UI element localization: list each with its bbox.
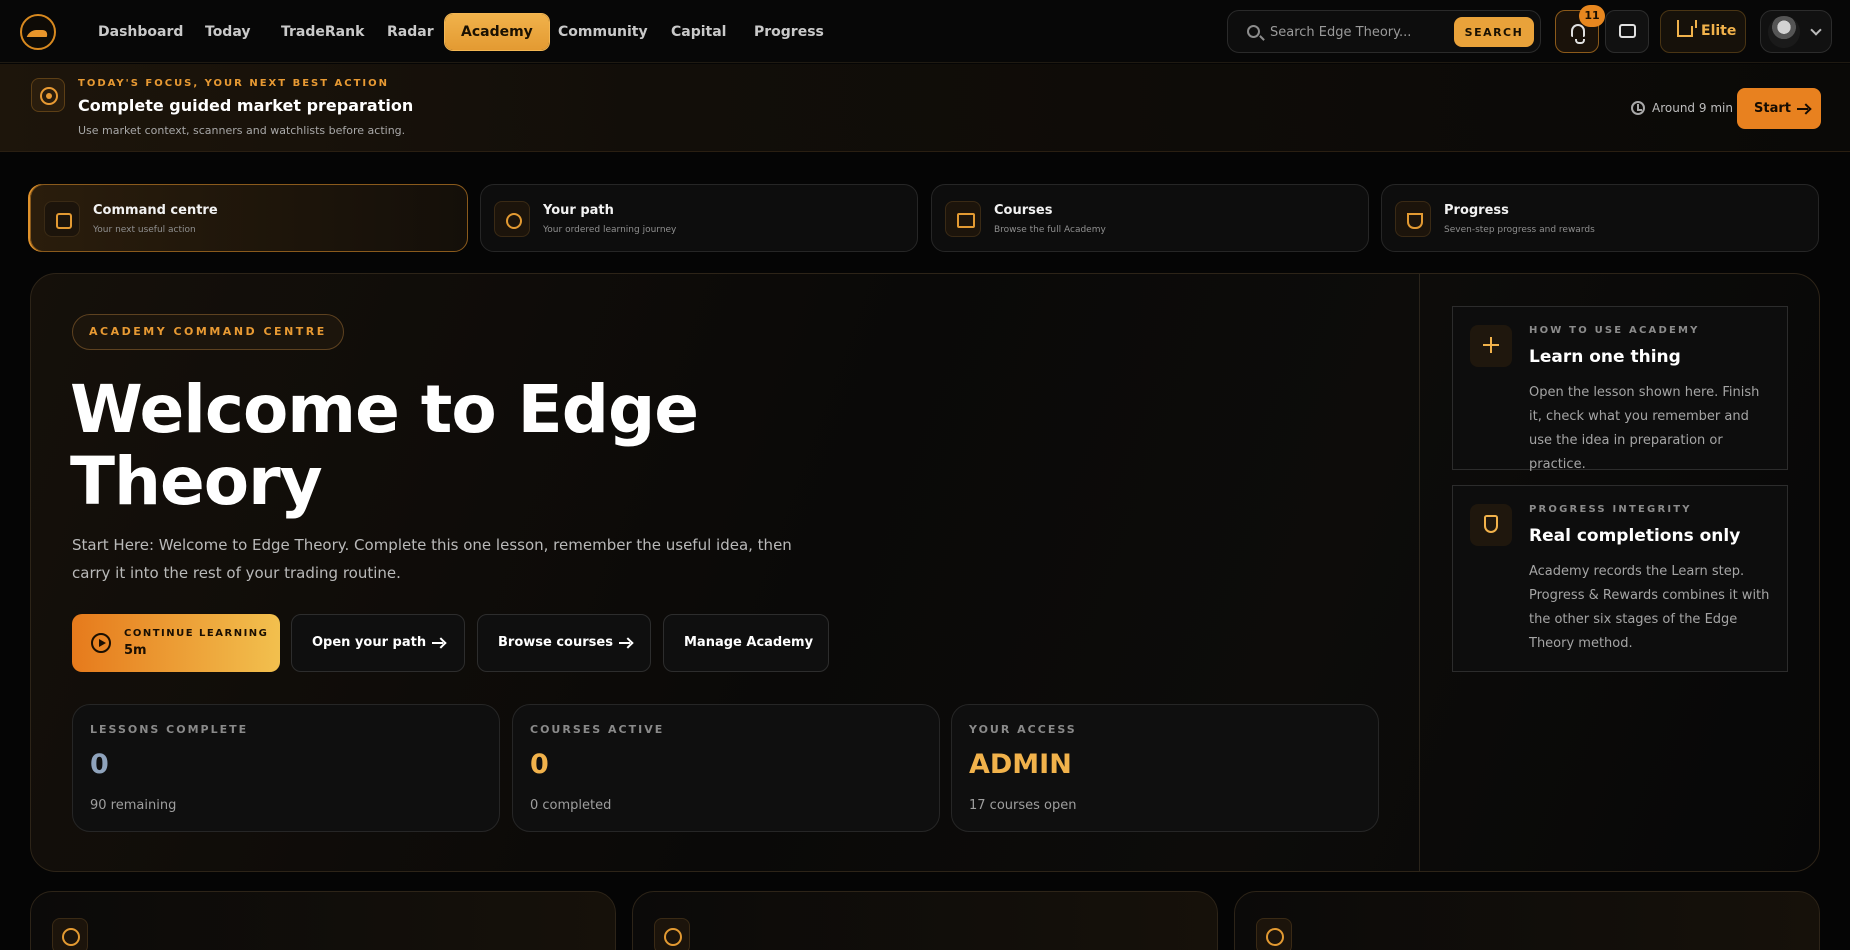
book-icon xyxy=(945,201,981,237)
how-to-use-card: HOW TO USE ACADEMY Learn one thing Open … xyxy=(1452,306,1788,472)
search-bar: SEARCH xyxy=(1227,10,1541,53)
continue-learning-button[interactable]: CONTINUE LEARNING 5m xyxy=(72,614,280,672)
card-title: Learn one thing xyxy=(1529,347,1681,367)
tab-subtitle: Browse the full Academy xyxy=(994,225,1106,235)
card-eyebrow: PROGRESS INTEGRITY xyxy=(1529,504,1692,515)
plan-button[interactable]: Elite xyxy=(1660,10,1746,53)
focus-subtitle: Use market context, scanners and watchli… xyxy=(78,124,406,137)
bottom-card-lesson[interactable] xyxy=(632,891,1218,950)
focus-time: Around 9 min xyxy=(1652,101,1733,115)
play-icon xyxy=(91,633,111,653)
card-body: Open the lesson shown here. Finish it, c… xyxy=(1529,385,1760,472)
open-path-button[interactable]: Open your path xyxy=(291,614,465,672)
play-icon xyxy=(654,918,690,950)
stat-subtitle: 0 completed xyxy=(530,798,612,813)
avatar xyxy=(1768,16,1800,48)
target-icon xyxy=(31,78,65,112)
browse-courses-button[interactable]: Browse courses xyxy=(477,614,651,672)
search-icon xyxy=(1247,25,1260,38)
card-body: Academy records the Learn step. Progress… xyxy=(1529,564,1770,651)
bell-icon xyxy=(1571,24,1585,44)
nav-community[interactable]: Community xyxy=(542,14,664,50)
stat-value: 0 xyxy=(530,749,549,780)
open-path-label: Open your path xyxy=(312,635,427,650)
nav-academy[interactable]: Academy xyxy=(445,14,549,50)
focus-title: Complete guided market preparation xyxy=(78,96,414,115)
start-button[interactable]: Start xyxy=(1737,88,1821,129)
manage-academy-button[interactable]: Manage Academy xyxy=(663,614,829,672)
hero-description: Start Here: Welcome to Edge Theory. Comp… xyxy=(72,536,792,582)
continue-label: CONTINUE LEARNING xyxy=(124,628,269,639)
start-label: Start xyxy=(1754,101,1791,116)
stat-label: COURSES ACTIVE xyxy=(530,723,665,736)
crown-icon xyxy=(1677,20,1697,37)
tab-subtitle: Your ordered learning journey xyxy=(543,225,677,235)
stat-lessons-complete: LESSONS COMPLETE 0 90 remaining xyxy=(72,704,500,832)
stat-value: 0 xyxy=(90,749,109,780)
compass-icon xyxy=(52,918,88,950)
clock-icon xyxy=(1631,101,1645,115)
nav-capital[interactable]: Capital xyxy=(655,14,742,50)
section-pill: ACADEMY COMMAND CENTRE xyxy=(72,314,344,350)
nav-today[interactable]: Today xyxy=(189,14,266,50)
nav-dashboard[interactable]: Dashboard xyxy=(82,14,199,50)
nav-radar[interactable]: Radar xyxy=(371,14,450,50)
nav-traderank[interactable]: TradeRank xyxy=(265,14,380,50)
tab-courses[interactable]: Courses Browse the full Academy xyxy=(931,184,1369,252)
tab-your-path[interactable]: Your path Your ordered learning journey xyxy=(480,184,918,252)
stat-label: YOUR ACCESS xyxy=(969,723,1077,736)
sparkle-icon xyxy=(1470,325,1512,367)
manage-label: Manage Academy xyxy=(684,635,814,650)
tab-command-centre[interactable]: Command centre Your next useful action xyxy=(30,184,468,252)
messages-button[interactable] xyxy=(1605,10,1649,53)
profile-menu[interactable] xyxy=(1760,10,1832,53)
grid-icon xyxy=(44,201,80,237)
trophy-icon xyxy=(1395,201,1431,237)
shield-icon xyxy=(1470,504,1512,546)
arrow-right-icon xyxy=(432,638,446,648)
chevron-down-icon xyxy=(1810,24,1822,36)
chat-icon xyxy=(1619,24,1636,38)
plan-label: Elite xyxy=(1701,23,1737,39)
compass-icon xyxy=(494,201,530,237)
card-eyebrow: HOW TO USE ACADEMY xyxy=(1529,325,1700,336)
top-navigation: Dashboard Today TradeRank Radar Academy … xyxy=(0,0,1850,63)
check-circle-icon xyxy=(1256,918,1292,950)
tab-title: Your path xyxy=(543,203,614,218)
page-title: Welcome to Edge Theory xyxy=(70,371,699,520)
progress-integrity-card: PROGRESS INTEGRITY Real completions only… xyxy=(1452,485,1788,672)
tab-subtitle: Your next useful action xyxy=(93,225,196,235)
stat-value: ADMIN xyxy=(969,749,1072,780)
stat-subtitle: 17 courses open xyxy=(969,798,1077,813)
edge-theory-logo[interactable] xyxy=(20,14,56,50)
card-title: Real completions only xyxy=(1529,526,1741,546)
search-button[interactable]: SEARCH xyxy=(1454,17,1534,47)
arrow-right-icon xyxy=(618,638,633,648)
stat-subtitle: 90 remaining xyxy=(90,798,177,813)
divider xyxy=(1419,274,1420,871)
stat-courses-active: COURSES ACTIVE 0 0 completed xyxy=(512,704,940,832)
notification-badge: 11 xyxy=(1579,5,1605,27)
bottom-card-check[interactable] xyxy=(1234,891,1820,950)
tab-subtitle: Seven-step progress and rewards xyxy=(1444,225,1595,235)
focus-banner: TODAY'S FOCUS, YOUR NEXT BEST ACTION Com… xyxy=(0,64,1850,152)
tab-title: Progress xyxy=(1444,203,1509,218)
stat-your-access: YOUR ACCESS ADMIN 17 courses open xyxy=(951,704,1379,832)
nav-progress[interactable]: Progress xyxy=(738,14,840,50)
focus-eyebrow: TODAY'S FOCUS, YOUR NEXT BEST ACTION xyxy=(78,78,390,89)
stat-label: LESSONS COMPLETE xyxy=(90,723,249,736)
arrow-right-icon xyxy=(1796,104,1811,114)
tab-title: Command centre xyxy=(93,203,218,218)
bottom-card-path[interactable] xyxy=(30,891,616,950)
search-input[interactable] xyxy=(1270,21,1450,43)
tab-progress[interactable]: Progress Seven-step progress and rewards xyxy=(1381,184,1819,252)
tab-title: Courses xyxy=(994,203,1053,218)
browse-label: Browse courses xyxy=(498,635,613,650)
continue-duration: 5m xyxy=(124,643,147,658)
command-centre-panel: ACADEMY COMMAND CENTRE Welcome to Edge T… xyxy=(30,273,1820,872)
